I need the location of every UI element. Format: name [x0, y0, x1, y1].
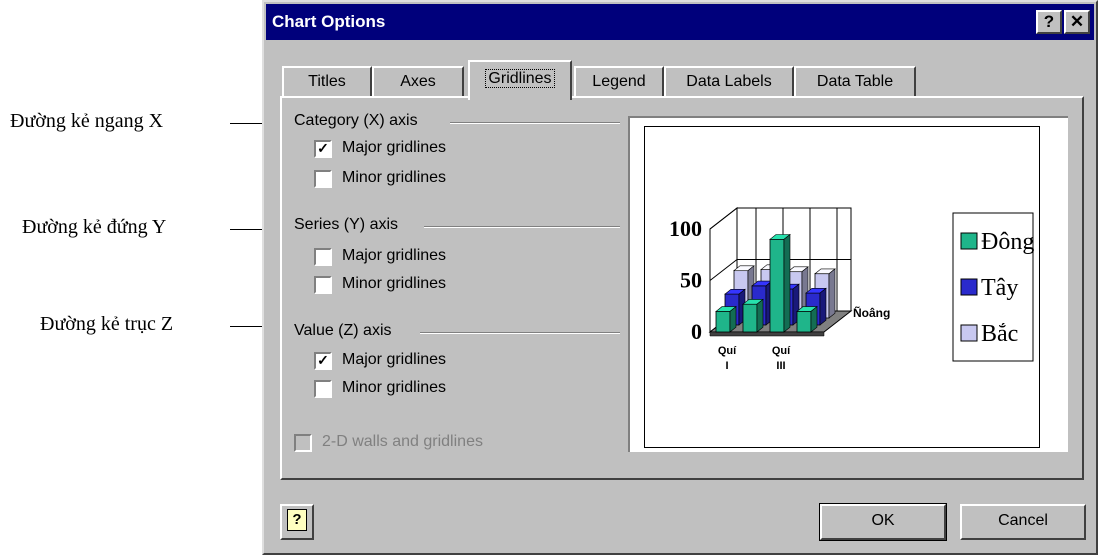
bar-0-3	[796, 310, 812, 333]
two-d-walls-option: 2-D walls and gridlines	[294, 432, 554, 454]
title-bar: Chart Options ? ✕	[266, 4, 1094, 40]
bar-0-1	[742, 303, 758, 333]
y-tick-label: 0	[691, 319, 702, 344]
legend-label: Đông	[981, 229, 1034, 255]
annotation-y-gridlines: Đường kẻ đứng Y	[22, 216, 167, 238]
ok-button[interactable]: OK	[819, 503, 947, 541]
x-tick-label-num: I	[725, 360, 728, 372]
checkbox-icon[interactable]: ✓	[314, 140, 332, 158]
series-major-gridlines[interactable]: Major gridlines	[314, 246, 534, 268]
tab-axes[interactable]: Axes	[372, 66, 464, 98]
checkbox-icon[interactable]	[314, 276, 332, 294]
legend-swatch	[960, 324, 978, 342]
legend-swatch	[960, 278, 978, 296]
checkbox-icon[interactable]	[314, 170, 332, 188]
series-axis-label: Series (Y) axis	[294, 216, 399, 233]
tab-data-labels[interactable]: Data Labels	[664, 66, 794, 98]
checkbox-icon	[294, 434, 312, 452]
help-icon: ?	[287, 509, 307, 531]
legend-label: Tây	[981, 275, 1018, 301]
tab-legend[interactable]: Legend	[574, 66, 664, 98]
checkbox-icon[interactable]	[314, 248, 332, 266]
category-axis-divider	[450, 122, 620, 124]
bar-side-1-3	[819, 287, 827, 326]
chart-preview-area: 0 50 100 Quí I Quí III Ñoâng Đông Tây Bắc	[644, 126, 1040, 448]
category-minor-gridlines[interactable]: Minor gridlines	[314, 168, 534, 190]
tab-gridlines[interactable]: Gridlines	[468, 60, 572, 100]
chart-floor-edge	[709, 331, 825, 337]
category-major-gridlines[interactable]: ✓ Major gridlines	[314, 138, 534, 160]
bar-side-0-2	[783, 233, 791, 333]
bar-side-0-1	[756, 298, 764, 333]
cancel-button[interactable]: Cancel	[960, 504, 1086, 540]
bar-0-0	[715, 310, 731, 333]
dialog-title: Chart Options	[272, 12, 386, 31]
checkbox-icon[interactable]: ✓	[314, 352, 332, 370]
help-title-button[interactable]: ?	[1036, 10, 1062, 34]
depth-axis-label: Ñoâng	[853, 305, 890, 320]
bar-0-2	[769, 238, 785, 333]
bar-side-0-0	[729, 305, 737, 333]
series-axis-divider	[424, 226, 620, 228]
value-major-gridlines[interactable]: ✓ Major gridlines	[314, 350, 534, 372]
value-axis-divider	[420, 332, 620, 334]
annotation-x-gridlines: Đường kẻ ngang X	[10, 110, 164, 132]
y-tick-label: 50	[680, 268, 702, 293]
value-minor-gridlines[interactable]: Minor gridlines	[314, 378, 534, 400]
bar-side-0-3	[810, 305, 818, 333]
help-button[interactable]: ?	[280, 504, 314, 540]
chart-3d-column: 0 50 100 Quí I Quí III Ñoâng Đông Tây Bắc	[669, 206, 1034, 372]
gridlines-panel: Category (X) axis ✓ Major gridlines Mino…	[280, 96, 1084, 480]
tab-data-table[interactable]: Data Table	[794, 66, 916, 98]
value-axis-label: Value (Z) axis	[294, 322, 392, 339]
annotation-z-gridlines: Đường kẻ trục Z	[40, 313, 174, 335]
category-axis-label: Category (X) axis	[294, 112, 418, 129]
x-tick-label-num: III	[776, 360, 785, 372]
close-button[interactable]: ✕	[1064, 10, 1090, 34]
x-tick-label-word: Quí	[718, 345, 737, 357]
x-tick-label-word: Quí	[772, 345, 791, 357]
chart-options-dialog: Chart Options ? ✕ Titles Axes Gridlines …	[262, 0, 1098, 555]
legend-label: Bắc	[981, 321, 1018, 347]
bar-side-2-3	[828, 268, 836, 319]
y-tick-label: 100	[669, 216, 702, 241]
checkbox-icon[interactable]	[314, 380, 332, 398]
series-minor-gridlines[interactable]: Minor gridlines	[314, 274, 534, 296]
tab-titles[interactable]: Titles	[282, 66, 372, 98]
chart-preview: 0 50 100 Quí I Quí III Ñoâng Đông Tây Bắc	[628, 116, 1068, 452]
legend-swatch	[960, 232, 978, 250]
